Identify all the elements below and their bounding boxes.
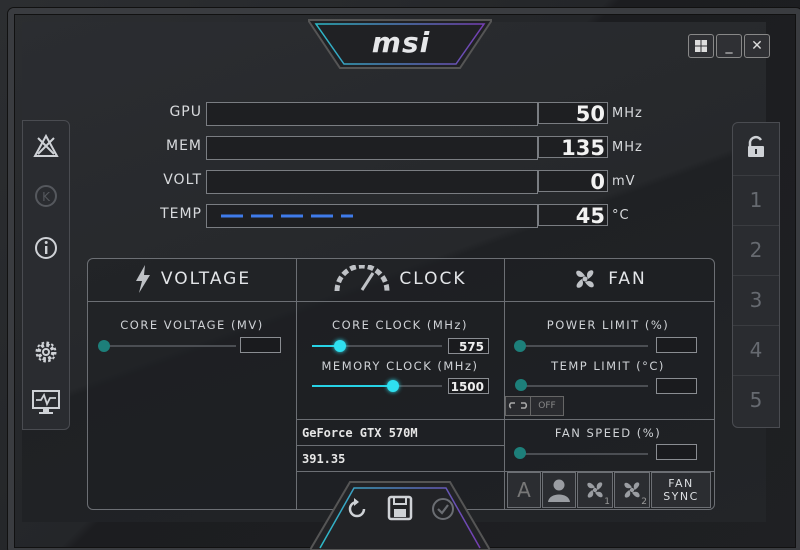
power-limit-track[interactable]	[520, 345, 648, 347]
gpu-name: GeForce GTX 570M	[302, 426, 418, 440]
power-limit-input[interactable]	[656, 337, 697, 353]
gpu-unit: MHz	[612, 106, 643, 121]
link-limits-button[interactable]	[505, 396, 531, 416]
temp-limit-input[interactable]	[656, 378, 697, 394]
close-button[interactable]: ✕	[744, 34, 770, 58]
temp-limit-track[interactable]	[520, 385, 648, 387]
core-voltage-input[interactable]	[240, 337, 281, 353]
left-sidebar: K	[22, 120, 70, 430]
fan-auto-button[interactable]: A	[507, 472, 541, 508]
fan-speed-slider[interactable]	[514, 447, 526, 459]
mem-value: 135	[538, 136, 608, 159]
msi-logo: msi	[371, 26, 431, 59]
apply-check-icon[interactable]	[430, 496, 456, 522]
fan-1-button[interactable]: 1	[577, 472, 613, 508]
save-icon[interactable]	[386, 494, 414, 522]
core-voltage-label: CORE VOLTAGE (MV)	[120, 318, 264, 332]
link-icon	[508, 402, 528, 409]
fan-2-button[interactable]: 2	[614, 472, 650, 508]
msi-afterburner-window: msi _ ✕ K 1 2 3 4 5 GPU 50 MHz MEM 135 M…	[0, 0, 800, 550]
core-clock-input[interactable]: 575	[448, 338, 489, 354]
clock-header: CLOCK	[297, 260, 503, 298]
reset-icon[interactable]	[344, 496, 370, 522]
link-off-toggle[interactable]: OFF	[530, 396, 564, 416]
fan-title: FAN	[608, 269, 647, 289]
temp-value: 45	[538, 204, 608, 227]
driver-version: 391.35	[302, 452, 346, 466]
memory-clock-label: MEMORY CLOCK (MHz)	[321, 359, 479, 373]
voltage-header: VOLTAGE	[88, 260, 296, 298]
monitoring-icon[interactable]	[31, 387, 61, 417]
windows-icon[interactable]	[688, 34, 714, 58]
fan-sync-label-1: FAN	[668, 477, 694, 490]
fan-speed-label: FAN SPEED (%)	[554, 426, 662, 440]
speedometer-icon	[334, 265, 390, 292]
voltage-title: VOLTAGE	[160, 269, 252, 289]
profiles-sidebar: 1 2 3 4 5	[732, 122, 780, 428]
power-limit-label: POWER LIMIT (%)	[546, 318, 670, 332]
temp-graph	[206, 204, 538, 228]
profile-2-button[interactable]: 2	[733, 225, 779, 274]
fan-2-subscript: 2	[641, 497, 647, 507]
profile-1-button[interactable]: 1	[733, 175, 779, 224]
fan-speed-track[interactable]	[520, 453, 648, 455]
profile-4-button[interactable]: 4	[733, 325, 779, 374]
user-icon	[548, 479, 570, 502]
mem-unit: MHz	[612, 140, 643, 155]
window-controls: _ ✕	[688, 34, 770, 58]
lock-icon[interactable]	[733, 123, 779, 171]
fan-sync-button[interactable]: FAN SYNC	[651, 472, 711, 508]
divider	[88, 301, 714, 302]
svg-text:K: K	[42, 190, 51, 204]
volt-graph	[206, 170, 538, 194]
lightning-icon	[135, 265, 150, 293]
kombustor-icon[interactable]	[31, 131, 61, 161]
fan-1-subscript: 1	[604, 497, 610, 507]
memory-clock-slider[interactable]	[387, 380, 399, 392]
divider	[296, 419, 714, 420]
gpu-label: GPU	[169, 104, 202, 120]
info-icon[interactable]	[31, 233, 61, 263]
gpu-graph	[206, 102, 538, 126]
fan-sync-label-2: SYNC	[663, 490, 699, 503]
profile-3-button[interactable]: 3	[733, 275, 779, 324]
minimize-button[interactable]: _	[716, 34, 742, 58]
settings-gear-icon[interactable]	[31, 337, 61, 367]
temp-graph-line	[221, 214, 353, 218]
power-limit-slider[interactable]	[514, 340, 526, 352]
clock-title: CLOCK	[399, 269, 467, 289]
divider	[296, 445, 504, 446]
core-clock-label: CORE CLOCK (MHz)	[332, 318, 468, 332]
fan-icon	[576, 270, 595, 288]
temp-limit-label: TEMP LIMIT (°C)	[551, 359, 665, 373]
core-voltage-track[interactable]	[104, 345, 236, 347]
volt-value: 0	[538, 170, 608, 193]
fan-header: FAN	[504, 260, 713, 298]
temp-unit: °C	[612, 208, 630, 223]
fan-user-button[interactable]	[542, 472, 576, 508]
memory-clock-input[interactable]: 1500	[448, 378, 489, 394]
fan-speed-input[interactable]	[656, 444, 697, 460]
mem-label: MEM	[165, 138, 202, 154]
temp-limit-slider[interactable]	[515, 379, 527, 391]
memory-clock-fill	[312, 385, 394, 387]
volt-label: VOLT	[163, 172, 202, 188]
core-voltage-slider[interactable]	[98, 340, 110, 352]
core-clock-slider[interactable]	[334, 340, 346, 352]
gpu-value: 50	[538, 102, 608, 125]
temp-label: TEMP	[160, 206, 202, 222]
profile-5-button[interactable]: 5	[733, 375, 779, 424]
mem-graph	[206, 136, 538, 160]
volt-unit: mV	[612, 174, 636, 189]
k-boost-icon[interactable]: K	[31, 181, 61, 211]
